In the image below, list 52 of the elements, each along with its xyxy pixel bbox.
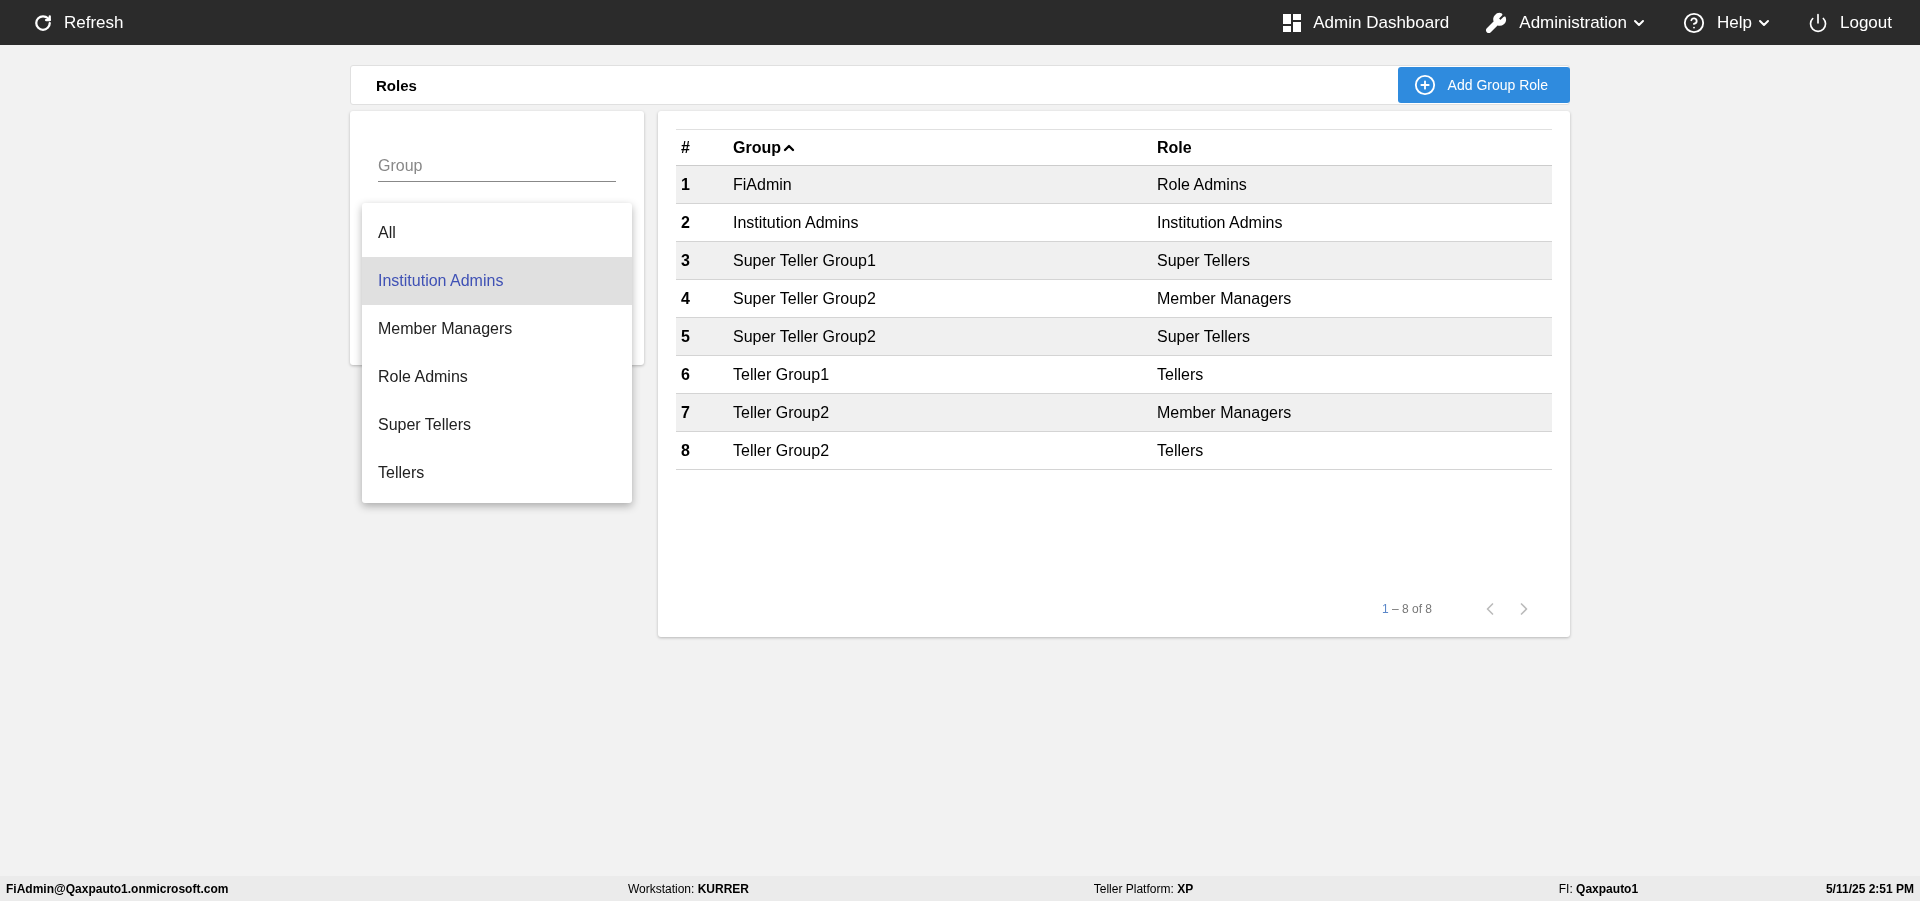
table-cell: Teller Group1	[728, 355, 1152, 394]
status-text: Teller Platform: XP	[1093, 881, 1194, 896]
refresh-button[interactable]: Refresh	[34, 12, 124, 33]
table-cell: Institution Admins	[728, 203, 1152, 242]
menu-item[interactable]: Tellers	[362, 449, 632, 497]
table-cell: 4	[676, 279, 728, 318]
status-text: Workstation: KURRER	[627, 881, 750, 896]
table-cell: Super Teller Group1	[728, 241, 1152, 280]
pagination-range: 1 – 8 of 8	[1381, 602, 1432, 616]
table-cell: Member Managers	[1152, 393, 1552, 432]
menu-item[interactable]: Super Tellers	[362, 401, 632, 449]
menu-item[interactable]: Role Admins	[362, 353, 632, 401]
nav-menu-button[interactable]: Help	[1683, 11, 1772, 34]
power-icon	[1808, 12, 1828, 33]
refresh-icon	[34, 13, 52, 32]
menu-item[interactable]: Institution Admins	[362, 257, 632, 305]
table-cell: 8	[676, 431, 728, 470]
status-text: FI: Qaxpauto1	[1558, 881, 1639, 896]
table-cell: Member Managers	[1152, 279, 1552, 318]
help-icon	[1683, 11, 1706, 34]
table-cell: Super Tellers	[1152, 241, 1552, 280]
table-cell: Tellers	[1152, 431, 1552, 470]
table-cell: Role Admins	[1152, 165, 1552, 204]
table-cell: 7	[676, 393, 728, 432]
table-cell: Super Teller Group2	[728, 317, 1152, 356]
status-text: FiAdmin@Qaxpauto1.onmicrosoft.com	[6, 881, 229, 896]
table-cell: 5	[676, 317, 728, 356]
status-text: 5/11/25 2:51 PM	[1825, 881, 1914, 896]
table-cell: FiAdmin	[728, 165, 1152, 204]
table-cell: 6	[676, 355, 728, 394]
table-cell: 1	[676, 165, 728, 204]
column-header[interactable]: #	[676, 129, 728, 166]
table-cell: Tellers	[1152, 355, 1552, 394]
table-cell: Super Teller Group2	[728, 279, 1152, 318]
table-cell: Institution Admins	[1152, 203, 1552, 242]
table-cell: Teller Group2	[728, 393, 1152, 432]
table-cell: Super Tellers	[1152, 317, 1552, 356]
table-cell: 3	[676, 241, 728, 280]
page-title: Roles	[376, 76, 417, 94]
add-group-role-button[interactable]: Add Group Role	[1397, 67, 1570, 103]
nav-menu-button[interactable]: Logout	[1808, 12, 1892, 33]
nav-menu-button[interactable]: Administration	[1485, 11, 1648, 34]
add-icon	[1413, 74, 1436, 96]
wrench-icon	[1485, 11, 1508, 34]
menu-item[interactable]: All	[362, 209, 632, 257]
nav-menu-button[interactable]: Admin Dashboard	[1283, 12, 1450, 33]
table-cell: 2	[676, 203, 728, 242]
dashboard-icon	[1283, 13, 1302, 32]
column-header[interactable]: Role	[1152, 129, 1552, 166]
menu-item[interactable]: Member Managers	[362, 305, 632, 353]
table-cell: Teller Group2	[728, 431, 1152, 470]
column-header[interactable]: Group	[728, 129, 1152, 166]
